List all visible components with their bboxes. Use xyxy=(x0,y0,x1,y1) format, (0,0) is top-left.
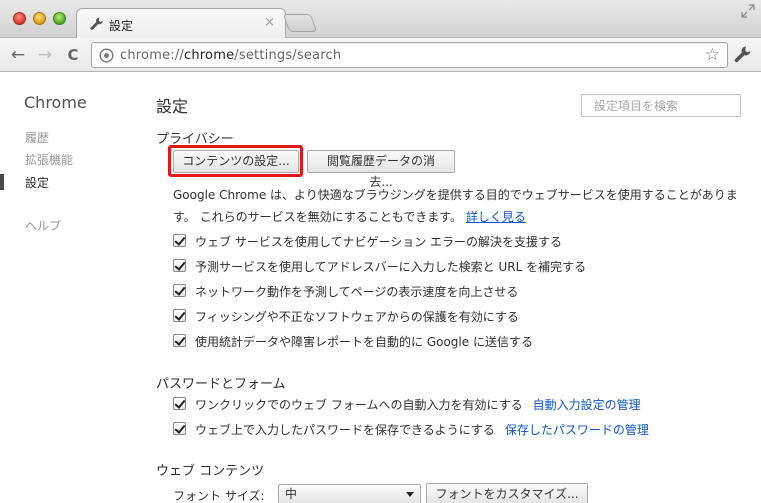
back-arrow-icon[interactable]: ← xyxy=(8,45,28,65)
forward-arrow-icon[interactable]: → xyxy=(35,45,55,65)
font-size-value: 中 xyxy=(285,487,298,501)
checkbox[interactable] xyxy=(173,334,186,347)
url-text: chrome://chrome/settings/search xyxy=(120,48,342,63)
saved-passwords-link[interactable]: 保存したパスワードの管理 xyxy=(505,423,649,437)
checkbox[interactable] xyxy=(173,234,186,247)
sidebar-item-settings[interactable]: 設定 xyxy=(25,174,49,191)
close-window-button[interactable] xyxy=(13,12,26,25)
checkbox-label: ワンクリックでのウェブ フォームへの自動入力を有効にする 自動入力設定の管理 xyxy=(195,398,641,412)
customize-fonts-button[interactable]: フォントをカスタマイズ... xyxy=(426,483,588,503)
minimize-window-button[interactable] xyxy=(33,12,46,25)
bookmark-star-icon[interactable]: ☆ xyxy=(705,45,720,65)
zoom-window-button[interactable] xyxy=(53,12,66,25)
checkbox[interactable] xyxy=(173,284,186,297)
checkbox-label: ウェブ サービスを使用してナビゲーション エラーの解決を支援する xyxy=(195,235,563,249)
checkbox-label: 予測サービスを使用してアドレスバーに入力した検索と URL を補完する xyxy=(195,260,587,274)
checkbox-label: ウェブ上で入力したパスワードを保存できるようにする 保存したパスワードの管理 xyxy=(195,423,649,437)
wrench-menu-icon[interactable] xyxy=(733,45,753,65)
checkbox-label: ネットワーク動作を予測してページの表示速度を向上させる xyxy=(195,285,519,299)
reload-icon[interactable]: C xyxy=(63,45,83,65)
checkbox[interactable] xyxy=(173,309,186,322)
font-size-select[interactable]: 中 xyxy=(278,484,421,503)
page-icon xyxy=(99,48,114,63)
checkbox-label: フィッシングや不正なソフトウェアからの保護を有効にする xyxy=(195,310,519,324)
address-bar[interactable]: chrome://chrome/settings/search ☆ xyxy=(91,42,728,68)
checkbox[interactable] xyxy=(173,422,186,435)
privacy-description: Google Chrome は、より快適なブラウジングを提供する目的でウェブサー… xyxy=(173,188,738,224)
chrome-brand-title: Chrome xyxy=(24,93,87,112)
checkbox[interactable] xyxy=(173,397,186,410)
sidebar-item-extensions[interactable]: 拡張機能 xyxy=(25,151,73,168)
passwords-section-title: パスワードとフォーム xyxy=(156,377,286,392)
wrench-icon xyxy=(90,17,103,30)
learn-more-link[interactable]: 詳しく見る xyxy=(466,210,526,224)
sidebar-item-help[interactable]: ヘルプ xyxy=(25,217,61,234)
title-bar: 設定 × xyxy=(0,0,761,39)
browser-toolbar: ← → C chrome://chrome/settings/search ☆ xyxy=(0,38,761,72)
tab-settings[interactable]: 設定 × xyxy=(76,8,286,39)
clear-browsing-data-button[interactable]: 閲覧履歴データの消去... xyxy=(307,150,455,189)
sidebar-active-marker xyxy=(0,174,4,190)
checkbox[interactable] xyxy=(173,259,186,272)
checkbox-label: 使用統計データや障害レポートを自動的に Google に送信する xyxy=(195,335,533,349)
web-content-section-title: ウェブ コンテンツ xyxy=(156,464,265,479)
fullscreen-icon[interactable] xyxy=(741,4,755,18)
page-title: 設定 xyxy=(156,97,189,116)
close-tab-icon[interactable]: × xyxy=(264,15,275,30)
tab-title: 設定 xyxy=(109,19,134,33)
content-settings-button[interactable]: コンテンツの設定... xyxy=(173,150,299,173)
settings-search-input[interactable] xyxy=(581,94,741,117)
font-size-label: フォント サイズ: xyxy=(173,489,265,503)
new-tab-button[interactable] xyxy=(282,14,318,32)
sidebar-item-history[interactable]: 履歴 xyxy=(25,129,49,146)
chevron-down-icon xyxy=(406,492,414,497)
autofill-settings-link[interactable]: 自動入力設定の管理 xyxy=(533,398,641,412)
